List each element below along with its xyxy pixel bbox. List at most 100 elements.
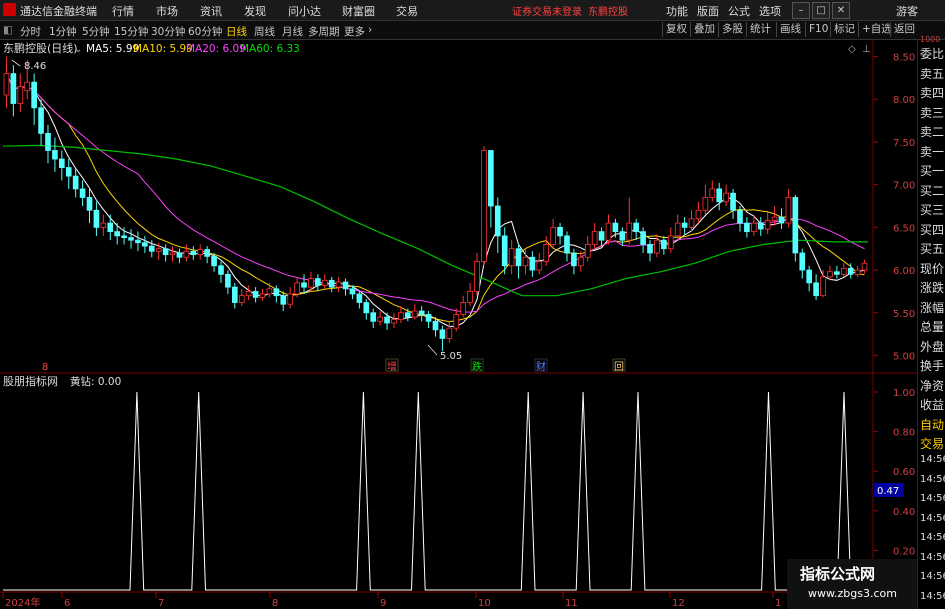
candle-body[interactable] bbox=[619, 231, 626, 241]
candle-body[interactable] bbox=[674, 222, 681, 237]
candle-body[interactable] bbox=[577, 256, 584, 267]
candle-body[interactable] bbox=[404, 312, 411, 318]
candle-body[interactable] bbox=[266, 288, 273, 295]
tool-f10[interactable]: F10 bbox=[805, 22, 831, 37]
candle-body[interactable] bbox=[418, 310, 425, 315]
candle-body[interactable] bbox=[709, 188, 716, 198]
period-tab-30min[interactable]: 30分钟 bbox=[151, 24, 185, 39]
tool-multi-stock[interactable]: 多股 bbox=[718, 22, 746, 37]
candle-body[interactable] bbox=[467, 291, 473, 303]
candle-body[interactable] bbox=[162, 248, 169, 256]
candle-body[interactable] bbox=[114, 231, 121, 237]
candle-body[interactable] bbox=[411, 310, 418, 318]
period-tab-more[interactable]: 更多 bbox=[344, 24, 365, 39]
chart-area[interactable]: 8.50 8.00 7.50 7.00 6.50 6.00 5.50 5.00 1.00 0.8… bbox=[0, 40, 917, 609]
candle-body[interactable] bbox=[308, 278, 314, 288]
candle-body[interactable] bbox=[757, 222, 764, 230]
period-tab-60min[interactable]: 60分钟 bbox=[188, 24, 222, 39]
candle-body[interactable] bbox=[10, 73, 17, 104]
candle-body[interactable] bbox=[633, 222, 640, 233]
maximize-button[interactable]: □ bbox=[812, 2, 830, 19]
candle-body[interactable] bbox=[349, 288, 356, 295]
candle-body[interactable] bbox=[481, 150, 487, 262]
candle-body[interactable] bbox=[571, 252, 577, 267]
candle-body[interactable] bbox=[681, 222, 688, 228]
candle-body[interactable] bbox=[536, 261, 543, 271]
candle-body[interactable] bbox=[771, 216, 778, 221]
candle-body[interactable] bbox=[591, 231, 598, 245]
chevron-right-icon[interactable]: › bbox=[368, 24, 372, 36]
candle-body[interactable] bbox=[31, 81, 37, 109]
minimize-button[interactable]: – bbox=[792, 2, 810, 19]
candle-body[interactable] bbox=[737, 209, 743, 224]
candle-body[interactable] bbox=[45, 133, 51, 151]
period-tab-intraday[interactable]: 分时 bbox=[20, 24, 41, 39]
candle-body[interactable] bbox=[529, 256, 536, 271]
candle-body[interactable] bbox=[384, 316, 390, 324]
candle-body[interactable] bbox=[238, 295, 245, 303]
candle-body[interactable] bbox=[806, 269, 813, 284]
menu-formula[interactable]: 公式 bbox=[728, 3, 750, 19]
menu-market[interactable]: 市场 bbox=[156, 3, 178, 19]
candle-body[interactable] bbox=[439, 329, 446, 339]
dropdown-icon[interactable]: ⌄ bbox=[74, 44, 82, 55]
candle-body[interactable] bbox=[847, 267, 854, 275]
candle-body[interactable] bbox=[86, 197, 93, 211]
candle-body[interactable] bbox=[723, 192, 729, 203]
tool-mark[interactable]: 标记 bbox=[830, 22, 858, 37]
tool-back[interactable]: 返回 bbox=[890, 22, 918, 37]
period-tab-15min[interactable]: 15分钟 bbox=[114, 24, 148, 39]
candle-body[interactable] bbox=[640, 231, 646, 245]
candle-body[interactable] bbox=[584, 244, 591, 258]
candle-body[interactable] bbox=[204, 249, 210, 257]
candle-body[interactable] bbox=[764, 220, 771, 230]
candle-body[interactable] bbox=[813, 282, 819, 297]
candle-body[interactable] bbox=[294, 282, 300, 295]
close-button[interactable]: ✕ bbox=[832, 2, 850, 19]
event-marker[interactable]: 财 bbox=[536, 360, 546, 373]
candle-body[interactable] bbox=[820, 276, 826, 297]
menu-wealth-circle[interactable]: 财富圈 bbox=[342, 3, 375, 19]
candle-body[interactable] bbox=[225, 273, 231, 288]
candle-body[interactable] bbox=[342, 281, 349, 290]
candle-body[interactable] bbox=[363, 302, 370, 314]
tool-statistics[interactable]: 统计 bbox=[746, 22, 774, 37]
indicator-name[interactable]: 股朋指标网 bbox=[3, 374, 58, 388]
pin-icon[interactable]: ⊥ bbox=[862, 44, 871, 55]
candle-body[interactable] bbox=[543, 244, 550, 262]
candle-body[interactable] bbox=[750, 222, 757, 233]
candle-body[interactable] bbox=[667, 235, 674, 250]
candle-body[interactable] bbox=[259, 293, 266, 298]
event-marker[interactable]: 跌 bbox=[472, 360, 482, 373]
event-marker[interactable]: 增 bbox=[387, 360, 397, 373]
candle-body[interactable] bbox=[626, 222, 633, 241]
candle-body[interactable] bbox=[654, 239, 660, 254]
candle-body[interactable] bbox=[107, 222, 114, 233]
candle-body[interactable] bbox=[792, 197, 799, 254]
candle-body[interactable] bbox=[58, 158, 65, 168]
tool-draw-line[interactable]: 画线 bbox=[776, 22, 804, 37]
candle-body[interactable] bbox=[550, 226, 556, 245]
candle-body[interactable] bbox=[17, 86, 24, 104]
candle-body[interactable] bbox=[128, 237, 134, 241]
candle-body[interactable] bbox=[785, 197, 792, 224]
period-tab-daily[interactable]: 日线 bbox=[226, 24, 247, 39]
candle-body[interactable] bbox=[508, 248, 515, 267]
menu-layout[interactable]: 版面 bbox=[697, 3, 719, 19]
candle-body[interactable] bbox=[778, 216, 785, 224]
candle-body[interactable] bbox=[245, 291, 252, 297]
menu-news[interactable]: 资讯 bbox=[200, 3, 222, 19]
candle-body[interactable] bbox=[605, 222, 612, 241]
candle-body[interactable] bbox=[328, 279, 335, 288]
candle-body[interactable] bbox=[661, 239, 667, 250]
candle-body[interactable] bbox=[197, 249, 204, 256]
tool-restore-rights[interactable]: 复权 bbox=[662, 22, 690, 37]
diamond-icon[interactable]: ◇ bbox=[848, 44, 856, 55]
candle-body[interactable] bbox=[557, 226, 563, 237]
candle-body[interactable] bbox=[335, 281, 342, 288]
candle-body[interactable] bbox=[861, 262, 868, 271]
candle-body[interactable] bbox=[183, 250, 190, 258]
candle-body[interactable] bbox=[854, 269, 861, 275]
period-tab-multi[interactable]: 多周期 bbox=[308, 24, 340, 39]
candle-body[interactable] bbox=[273, 288, 280, 297]
